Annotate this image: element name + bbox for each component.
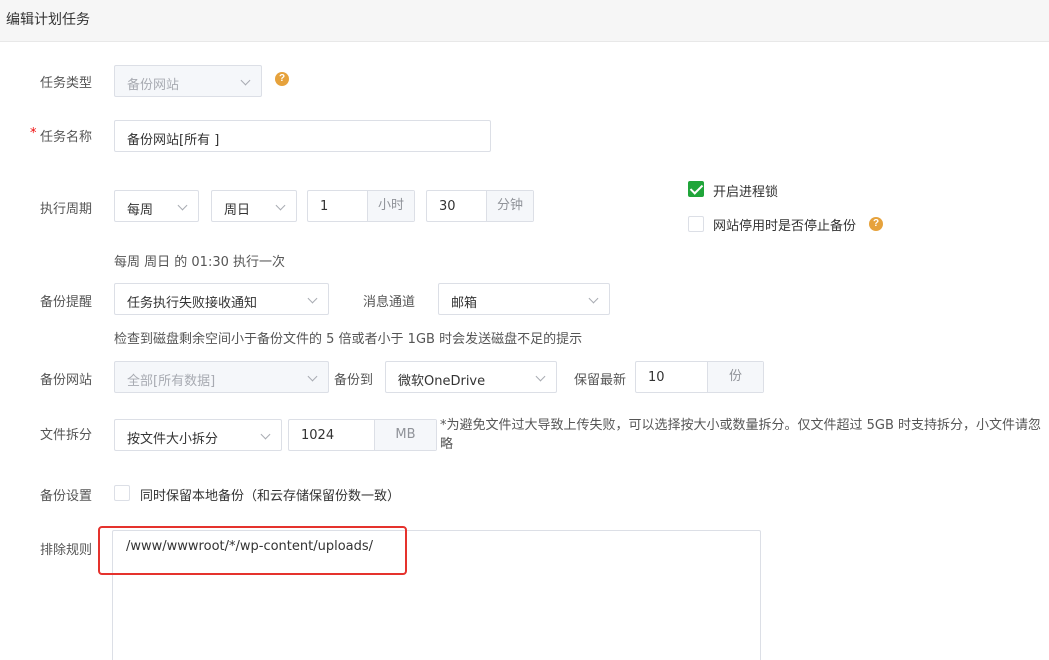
alert-value: 任务执行失败接收通知 (127, 296, 258, 311)
minute-input[interactable]: 30 分钟 (426, 190, 534, 222)
backup-site-label: 备份网站 (40, 373, 93, 388)
keep-local-checkbox[interactable] (114, 485, 130, 501)
alert-select[interactable]: 任务执行失败接收通知 (114, 283, 329, 315)
chevron-down-icon (307, 371, 318, 382)
alert-label: 备份提醒 (40, 295, 93, 310)
task-name-value: 备份网站[所有 ] (127, 133, 220, 148)
dialog-header: 编辑计划任务 (0, 0, 1049, 42)
split-label: 文件拆分 (40, 428, 93, 443)
chevron-down-icon (275, 200, 286, 211)
period-select[interactable]: 每周 (114, 190, 199, 222)
stop-backup-label[interactable]: 网站停用时是否停止备份 (713, 215, 856, 234)
split-mode-value: 按文件大小拆分 (127, 432, 219, 447)
weekday-select[interactable]: 周日 (211, 190, 297, 222)
task-name-label: 任务名称 (40, 130, 93, 145)
channel-label: 消息通道 (363, 295, 416, 310)
minute-value: 30 (439, 199, 456, 214)
process-lock-label[interactable]: 开启进程锁 (713, 181, 778, 200)
task-name-input[interactable]: 备份网站[所有 ] (114, 120, 491, 152)
backup-settings-label: 备份设置 (40, 489, 93, 504)
backup-to-value: 微软OneDrive (398, 374, 486, 389)
task-type-select[interactable]: 备份网站 (114, 65, 262, 97)
required-mark: * (30, 126, 37, 141)
keep-local-label[interactable]: 同时保留本地备份（和云存储保留份数一致） (140, 485, 400, 504)
disk-space-hint: 检查到磁盘剩余空间小于备份文件的 5 倍或者小于 1GB 时会发送磁盘不足的提示 (114, 332, 583, 347)
split-size-unit: MB (374, 420, 436, 450)
chevron-down-icon (240, 75, 251, 86)
chevron-down-icon (260, 429, 271, 440)
split-size-value: 1024 (301, 428, 335, 443)
backup-site-value: 全部[所有数据] (127, 374, 216, 389)
schedule-label: 执行周期 (40, 202, 93, 217)
help-icon[interactable]: ? (275, 72, 289, 86)
chevron-down-icon (588, 293, 599, 304)
exclude-label: 排除规则 (40, 543, 93, 558)
process-lock-checkbox[interactable] (688, 181, 704, 197)
weekday-value: 周日 (224, 203, 251, 218)
hour-input[interactable]: 1 小时 (307, 190, 415, 222)
channel-select[interactable]: 邮箱 (438, 283, 610, 315)
stop-backup-checkbox[interactable] (688, 216, 704, 232)
channel-value: 邮箱 (451, 296, 478, 311)
minute-unit: 分钟 (486, 191, 533, 221)
backup-to-select[interactable]: 微软OneDrive (385, 361, 557, 393)
keep-latest-label: 保留最新 (574, 373, 627, 388)
keep-count-input[interactable]: 10 份 (635, 361, 764, 393)
keep-count-unit: 份 (707, 362, 763, 392)
hour-unit: 小时 (367, 191, 414, 221)
backup-to-label: 备份到 (334, 373, 374, 388)
chevron-down-icon (307, 293, 318, 304)
chevron-down-icon (177, 200, 188, 211)
dialog-title: 编辑计划任务 (6, 12, 90, 28)
split-size-input[interactable]: 1024 MB (288, 419, 437, 451)
schedule-summary: 每周 周日 的 01:30 执行一次 (114, 255, 285, 270)
backup-site-select[interactable]: 全部[所有数据] (114, 361, 329, 393)
task-type-value: 备份网站 (127, 78, 180, 93)
split-note: *为避免文件过大导致上传失败，可以选择按大小或数量拆分。仅文件超过 5GB 时支… (440, 418, 1042, 452)
chevron-down-icon (535, 371, 546, 382)
task-type-label: 任务类型 (40, 76, 93, 91)
annotation-highlight-box (98, 526, 407, 575)
hour-value: 1 (320, 199, 329, 214)
help-icon[interactable]: ? (869, 217, 883, 231)
period-value: 每周 (127, 203, 154, 218)
split-mode-select[interactable]: 按文件大小拆分 (114, 419, 282, 451)
keep-count-value: 10 (648, 370, 665, 385)
